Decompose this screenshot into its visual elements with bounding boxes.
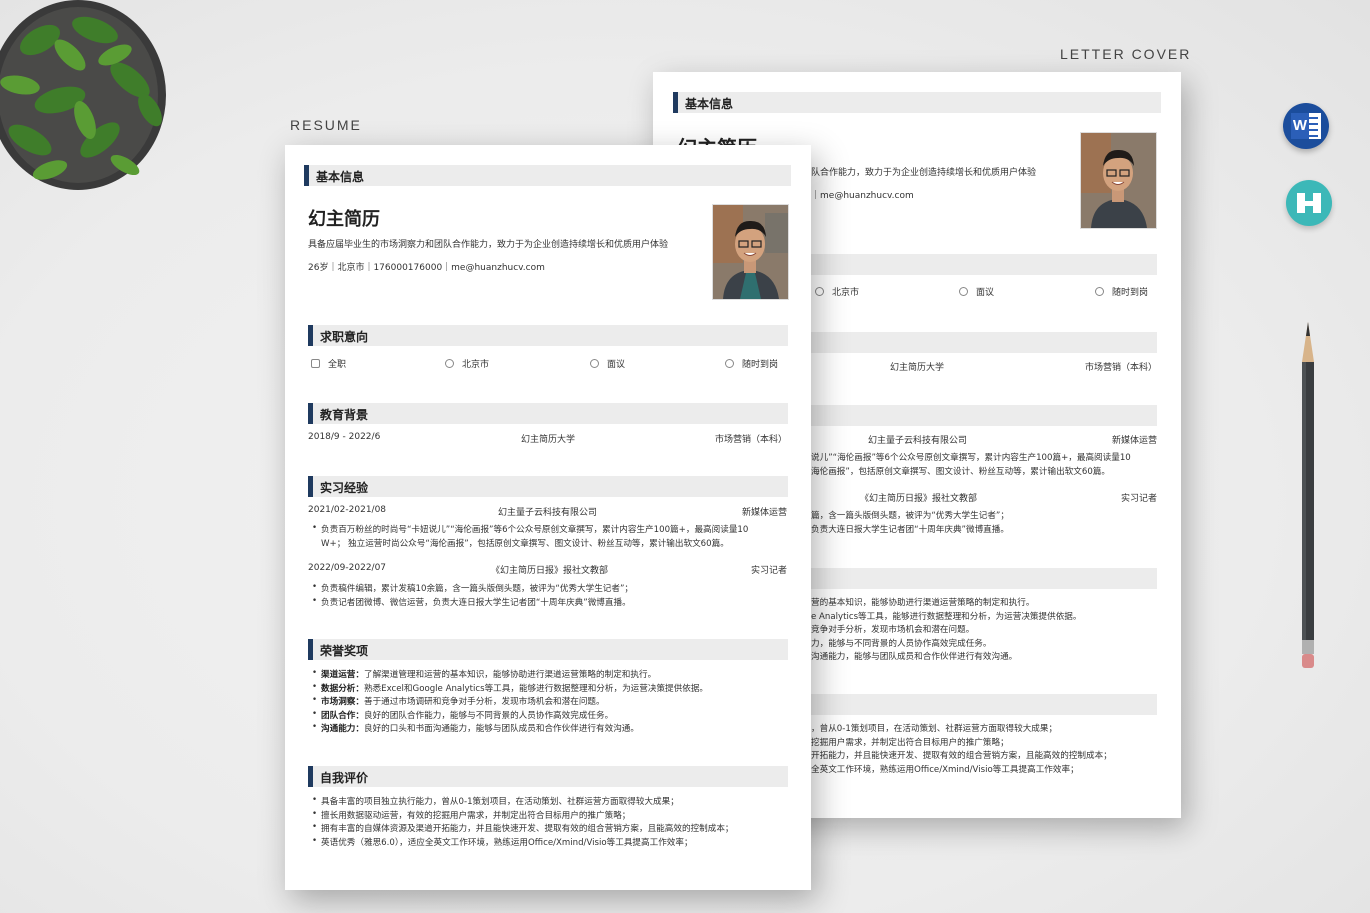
cover-summary: 队合作能力，致力于为企业创造持续增长和优质用户体验: [811, 168, 1037, 178]
cover-self-2: 挖掘用户需求，并制定出符合目标用户的推广策略；: [811, 738, 1009, 748]
cover-honor-4: 力，能够与不同背景的人员协作高效完成任务。: [811, 639, 992, 649]
exp2-org: 《幻主简历日报》报社文教部: [491, 566, 609, 576]
section-title: 基本信息: [316, 170, 365, 184]
section-internship: 实习经验: [308, 476, 788, 497]
exp1-bullet-2: W+； 独立运营时尚公众号“海伦画报”，包括原创文章撰写、图文设计、粉丝互动等，…: [321, 539, 729, 549]
candidate-name: 幻主简历: [308, 209, 380, 230]
plant-decoration: [0, 0, 166, 190]
self-eval-item: 拥有丰富的自媒体资源及渠道开拓能力，并且能快速开发、提取有效的组合营销方案，且能…: [312, 822, 734, 834]
letter-cover-label: LETTER COVER: [1060, 46, 1192, 62]
self-eval-item: 擅长用数据驱动运营，有效的挖掘用户需求，并制定出符合目标用户的推广策略；: [312, 809, 630, 821]
cover-exp2-line2: 负责大连日报大学生记者团“十周年庆典”微博直播。: [811, 525, 1009, 535]
exp2-date: 2022/09-2022/07: [308, 563, 387, 573]
edu-major: 市场营销（本科）: [714, 435, 787, 445]
cover-avatar: [1080, 132, 1157, 229]
intent-city: 北京市: [445, 357, 489, 370]
exp2-role: 实习记者: [750, 566, 787, 576]
exp2-bullet-1: 负责稿件编辑，累计发稿10余篇，含一篇头版倒头题，被评为“优秀大学生记者”；: [312, 582, 633, 594]
honor-item: 数据分析：熟悉Excel和Google Analytics等工具，能够进行数据整…: [312, 682, 708, 694]
cover-self-1: ，曾从0-1策划项目，在活动策划、社群运营方面取得较大成果；: [811, 724, 1058, 734]
huanzhu-app-icon[interactable]: [1286, 180, 1332, 226]
intent-availability: 随时到岗: [725, 357, 778, 370]
cover-edu-major: 市场营销（本科）: [1084, 363, 1157, 373]
avatar: [712, 204, 789, 300]
calendar-icon: [311, 359, 320, 368]
self-eval-item: 具备丰富的项目独立执行能力，曾从0-1策划项目，在活动策划、社群运营方面取得较大…: [312, 795, 679, 807]
clock-icon: [725, 359, 734, 368]
pencil-decoration: [1302, 322, 1314, 668]
cover-section-basic: 基本信息: [673, 92, 1161, 113]
intent-type: 全职: [311, 357, 346, 370]
resume-label: RESUME: [290, 117, 362, 133]
cover-exp2-line1: 篇，含一篇头版倒头题，被评为“优秀大学生记者”；: [811, 511, 1009, 521]
candidate-contact: 26岁｜北京市｜176000176000｜me@huanzhucv.com: [308, 263, 545, 273]
cover-exp1-line1: 说儿”“海伦画报”等6个公众号原创文章撰写，累计内容生产100篇+，最高阅读量1…: [811, 453, 1131, 463]
exp1-org: 幻主量子云科技有限公司: [498, 508, 598, 518]
section-title: 实习经验: [320, 481, 369, 495]
section-honors: 荣誉奖项: [308, 639, 788, 660]
resume-page: 基本信息 幻主简历 具备应届毕业生的市场洞察力和团队合作能力，致力于为企业创造持…: [285, 145, 811, 890]
exp2-bullet-2: 负责记者团微博、微信运营，负责大连日报大学生记者团“十周年庆典”微博直播。: [312, 596, 631, 608]
section-self-evaluation: 自我评价: [308, 766, 788, 787]
honor-item: 市场洞察：善于通过市场调研和竞争对手分析，发现市场机会和潜在问题。: [312, 695, 605, 707]
cover-honor-2: e Analytics等工具，能够进行数据整理和分析，为运营决策提供依据。: [811, 612, 1082, 622]
cover-edu-school: 幻主简历大学: [890, 363, 945, 373]
location-icon: [445, 359, 454, 368]
salary-icon: [959, 287, 968, 296]
cover-exp1-org: 幻主量子云科技有限公司: [868, 436, 968, 446]
cover-honor-3: 竞争对手分析，发现市场机会和潜在问题。: [811, 625, 975, 635]
section-title: 教育背景: [320, 408, 369, 422]
cover-self-3: 开拓能力，并且能快速开发、提取有效的组合营销方案，且能高效的控制成本；: [811, 751, 1112, 761]
cover-intent-availability: 随时到岗: [1095, 285, 1148, 298]
section-title: 荣誉奖项: [320, 644, 369, 658]
section-education: 教育背景: [308, 403, 788, 424]
salary-icon: [590, 359, 599, 368]
edu-date: 2018/9 - 2022/6: [308, 432, 381, 442]
edu-school: 幻主简历大学: [521, 435, 576, 445]
cover-contact: ｜me@huanzhucv.com: [811, 191, 914, 201]
section-title: 自我评价: [320, 771, 369, 785]
cover-exp1-line2: 海伦画报”，包括原创文章撰写、图文设计、粉丝互动等，累计输出软文60篇。: [811, 467, 1110, 477]
cover-honor-1: 营的基本知识，能够协助进行渠道运营策略的制定和执行。: [811, 598, 1035, 608]
intent-salary: 面议: [590, 357, 625, 370]
honor-item: 沟通能力：良好的口头和书面沟通能力，能够与团队成员和合作伙伴进行有效沟通。: [312, 722, 639, 734]
clock-icon: [1095, 287, 1104, 296]
cover-intent-salary: 面议: [959, 285, 994, 298]
cover-intent-city: 北京市: [815, 285, 859, 298]
section-title: 求职意向: [320, 330, 369, 344]
cover-exp1-role: 新媒体运营: [1111, 436, 1157, 446]
cover-honor-5: 沟通能力，能够与团队成员和合作伙伴进行有效沟通。: [811, 652, 1018, 662]
word-app-icon[interactable]: W: [1283, 103, 1329, 149]
cover-self-4: 全英文工作环境，熟练运用Office/Xmind/Visio等工具提高工作效率；: [811, 765, 1079, 775]
honor-item: 团队合作：良好的团队合作能力，能够与不同背景的人员协作高效完成任务。: [312, 709, 613, 721]
candidate-summary: 具备应届毕业生的市场洞察力和团队合作能力，致力于为企业创造持续增长和优质用户体验: [308, 240, 669, 250]
cover-exp2-role: 实习记者: [1120, 494, 1157, 504]
cover-exp2-org: 《幻主简历日报》报社文教部: [860, 494, 978, 504]
exp1-date: 2021/02-2021/08: [308, 505, 387, 515]
self-eval-item: 英语优秀（雅思6.0），适应全英文工作环境，熟练运用Office/Xmind/V…: [312, 836, 693, 848]
section-job-intent: 求职意向: [308, 325, 788, 346]
location-icon: [815, 287, 824, 296]
section-basic-info: 基本信息: [304, 165, 791, 186]
exp1-bullet-1: 负责百万粉丝的时尚号“卡妞说儿”“海伦画报”等6个公众号原创文章撰写，累计内容生…: [312, 523, 748, 535]
honor-item: 渠道运营：了解渠道管理和运营的基本知识，能够协助进行渠道运营策略的制定和执行。: [312, 668, 656, 680]
exp1-role: 新媒体运营: [741, 508, 787, 518]
